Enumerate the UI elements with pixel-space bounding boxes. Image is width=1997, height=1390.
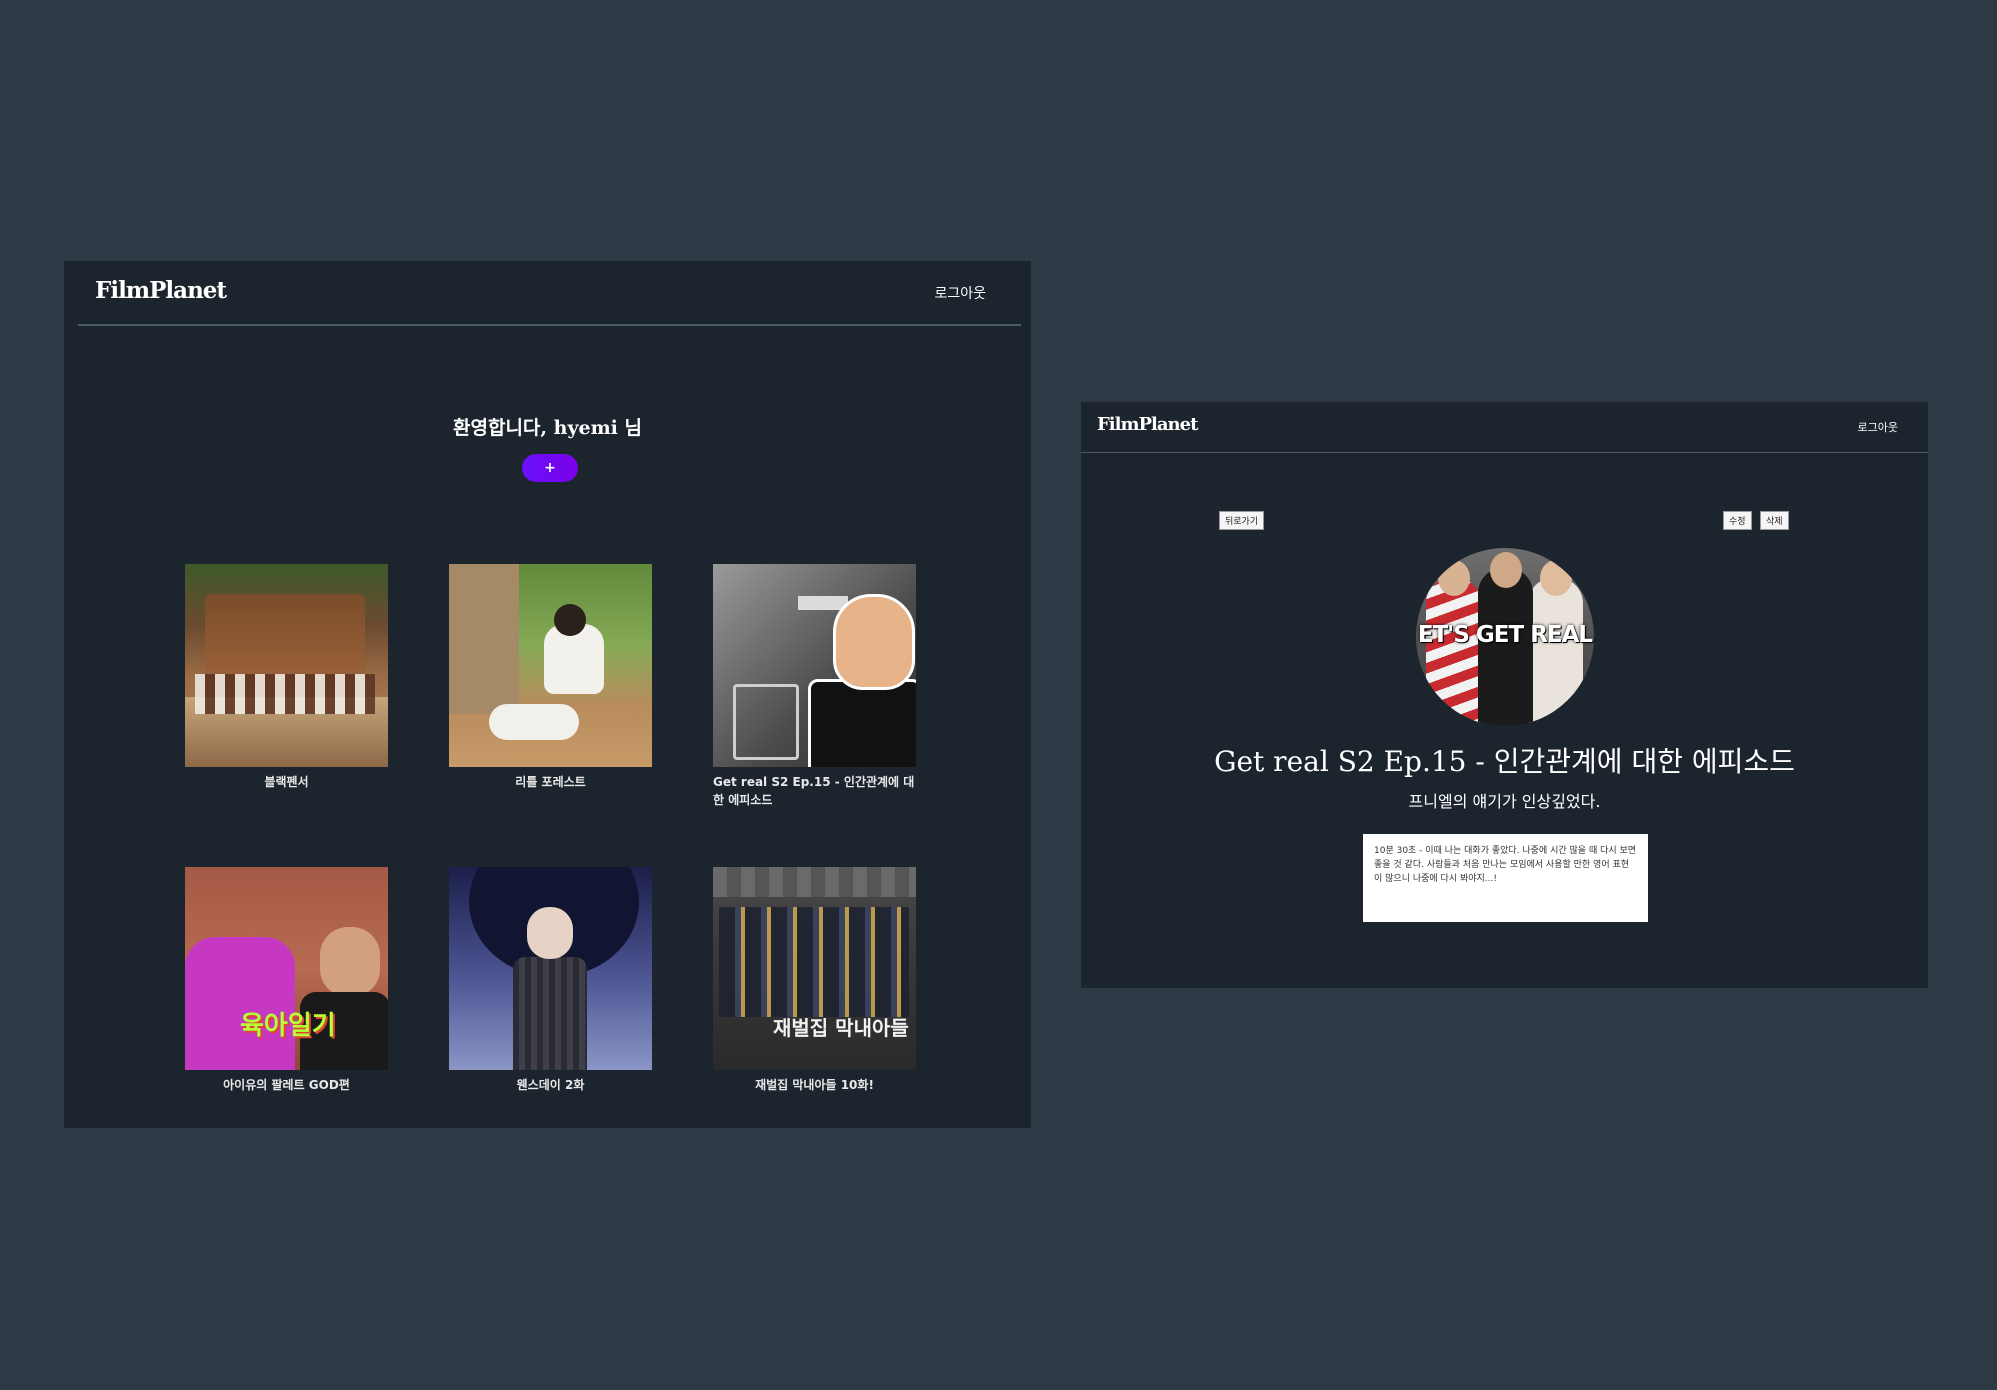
- movie-thumbnail: 재벌집 막내아들: [713, 867, 916, 1070]
- movie-card[interactable]: 리틀 포레스트: [449, 564, 652, 791]
- edit-button[interactable]: 수정: [1723, 511, 1752, 530]
- movie-thumbnail: [713, 564, 916, 767]
- back-button[interactable]: 뒤로가기: [1219, 511, 1265, 530]
- logo[interactable]: FilmPlanet: [1097, 414, 1198, 435]
- movie-subtitle: 프니엘의 얘기가 인상깊었다.: [1408, 792, 1601, 811]
- thumbnail-text: 육아일기: [240, 1011, 336, 1041]
- movie-title: 아이유의 팔레트 GOD편: [223, 1078, 350, 1092]
- header-divider: [1081, 452, 1928, 453]
- movie-title: 재벌집 막내아들 10화!: [755, 1078, 874, 1092]
- thumbnail-text: 재벌집 막내아들: [773, 1016, 909, 1040]
- movie-card[interactable]: 웬스데이 2화: [449, 867, 652, 1094]
- logout-button[interactable]: 로그아웃: [934, 283, 986, 303]
- movie-thumbnail: [449, 867, 652, 1070]
- movie-title: Get real S2 Ep.15 - 인간관계에 대한 에피소드: [1214, 745, 1795, 778]
- delete-button[interactable]: 삭제: [1760, 511, 1789, 530]
- add-button[interactable]: +: [522, 454, 578, 482]
- movie-thumbnail: 육아일기: [185, 867, 388, 1070]
- movie-image: ET'S GET REAL: [1416, 548, 1594, 726]
- image-text: ET'S GET REAL: [1417, 622, 1593, 648]
- movie-thumbnail: [449, 564, 652, 767]
- movie-card[interactable]: 블랙펜서: [185, 564, 388, 791]
- movie-title: Get real S2 Ep.15 - 인간관계에 대한 에피소드: [713, 775, 915, 807]
- list-page-window: FilmPlanet 로그아웃 환영합니다, hyemi 님 + 블랙펜서 리틀…: [64, 261, 1031, 1128]
- movie-card[interactable]: Get real S2 Ep.15 - 인간관계에 대한 에피소드: [713, 564, 916, 809]
- logout-button[interactable]: 로그아웃: [1858, 419, 1898, 435]
- movie-title: 웬스데이 2화: [516, 1078, 585, 1092]
- movie-title: 블랙펜서: [264, 775, 309, 789]
- review-note: 10분 30초 - 이때 나는 대화가 좋았다. 나중에 시간 많을 때 다시 …: [1363, 834, 1648, 922]
- movie-title: 리틀 포레스트: [515, 775, 586, 789]
- movie-thumbnail: [185, 564, 388, 767]
- logo[interactable]: FilmPlanet: [95, 277, 227, 304]
- header-divider: [78, 324, 1021, 326]
- movie-card[interactable]: 재벌집 막내아들 재벌집 막내아들 10화!: [713, 867, 916, 1094]
- detail-page-window: FilmPlanet 로그아웃 뒤로가기 수정 삭제 ET'S GET REAL…: [1081, 402, 1928, 988]
- movie-card[interactable]: 육아일기 아이유의 팔레트 GOD편: [185, 867, 388, 1094]
- welcome-text: 환영합니다, hyemi 님: [453, 417, 642, 439]
